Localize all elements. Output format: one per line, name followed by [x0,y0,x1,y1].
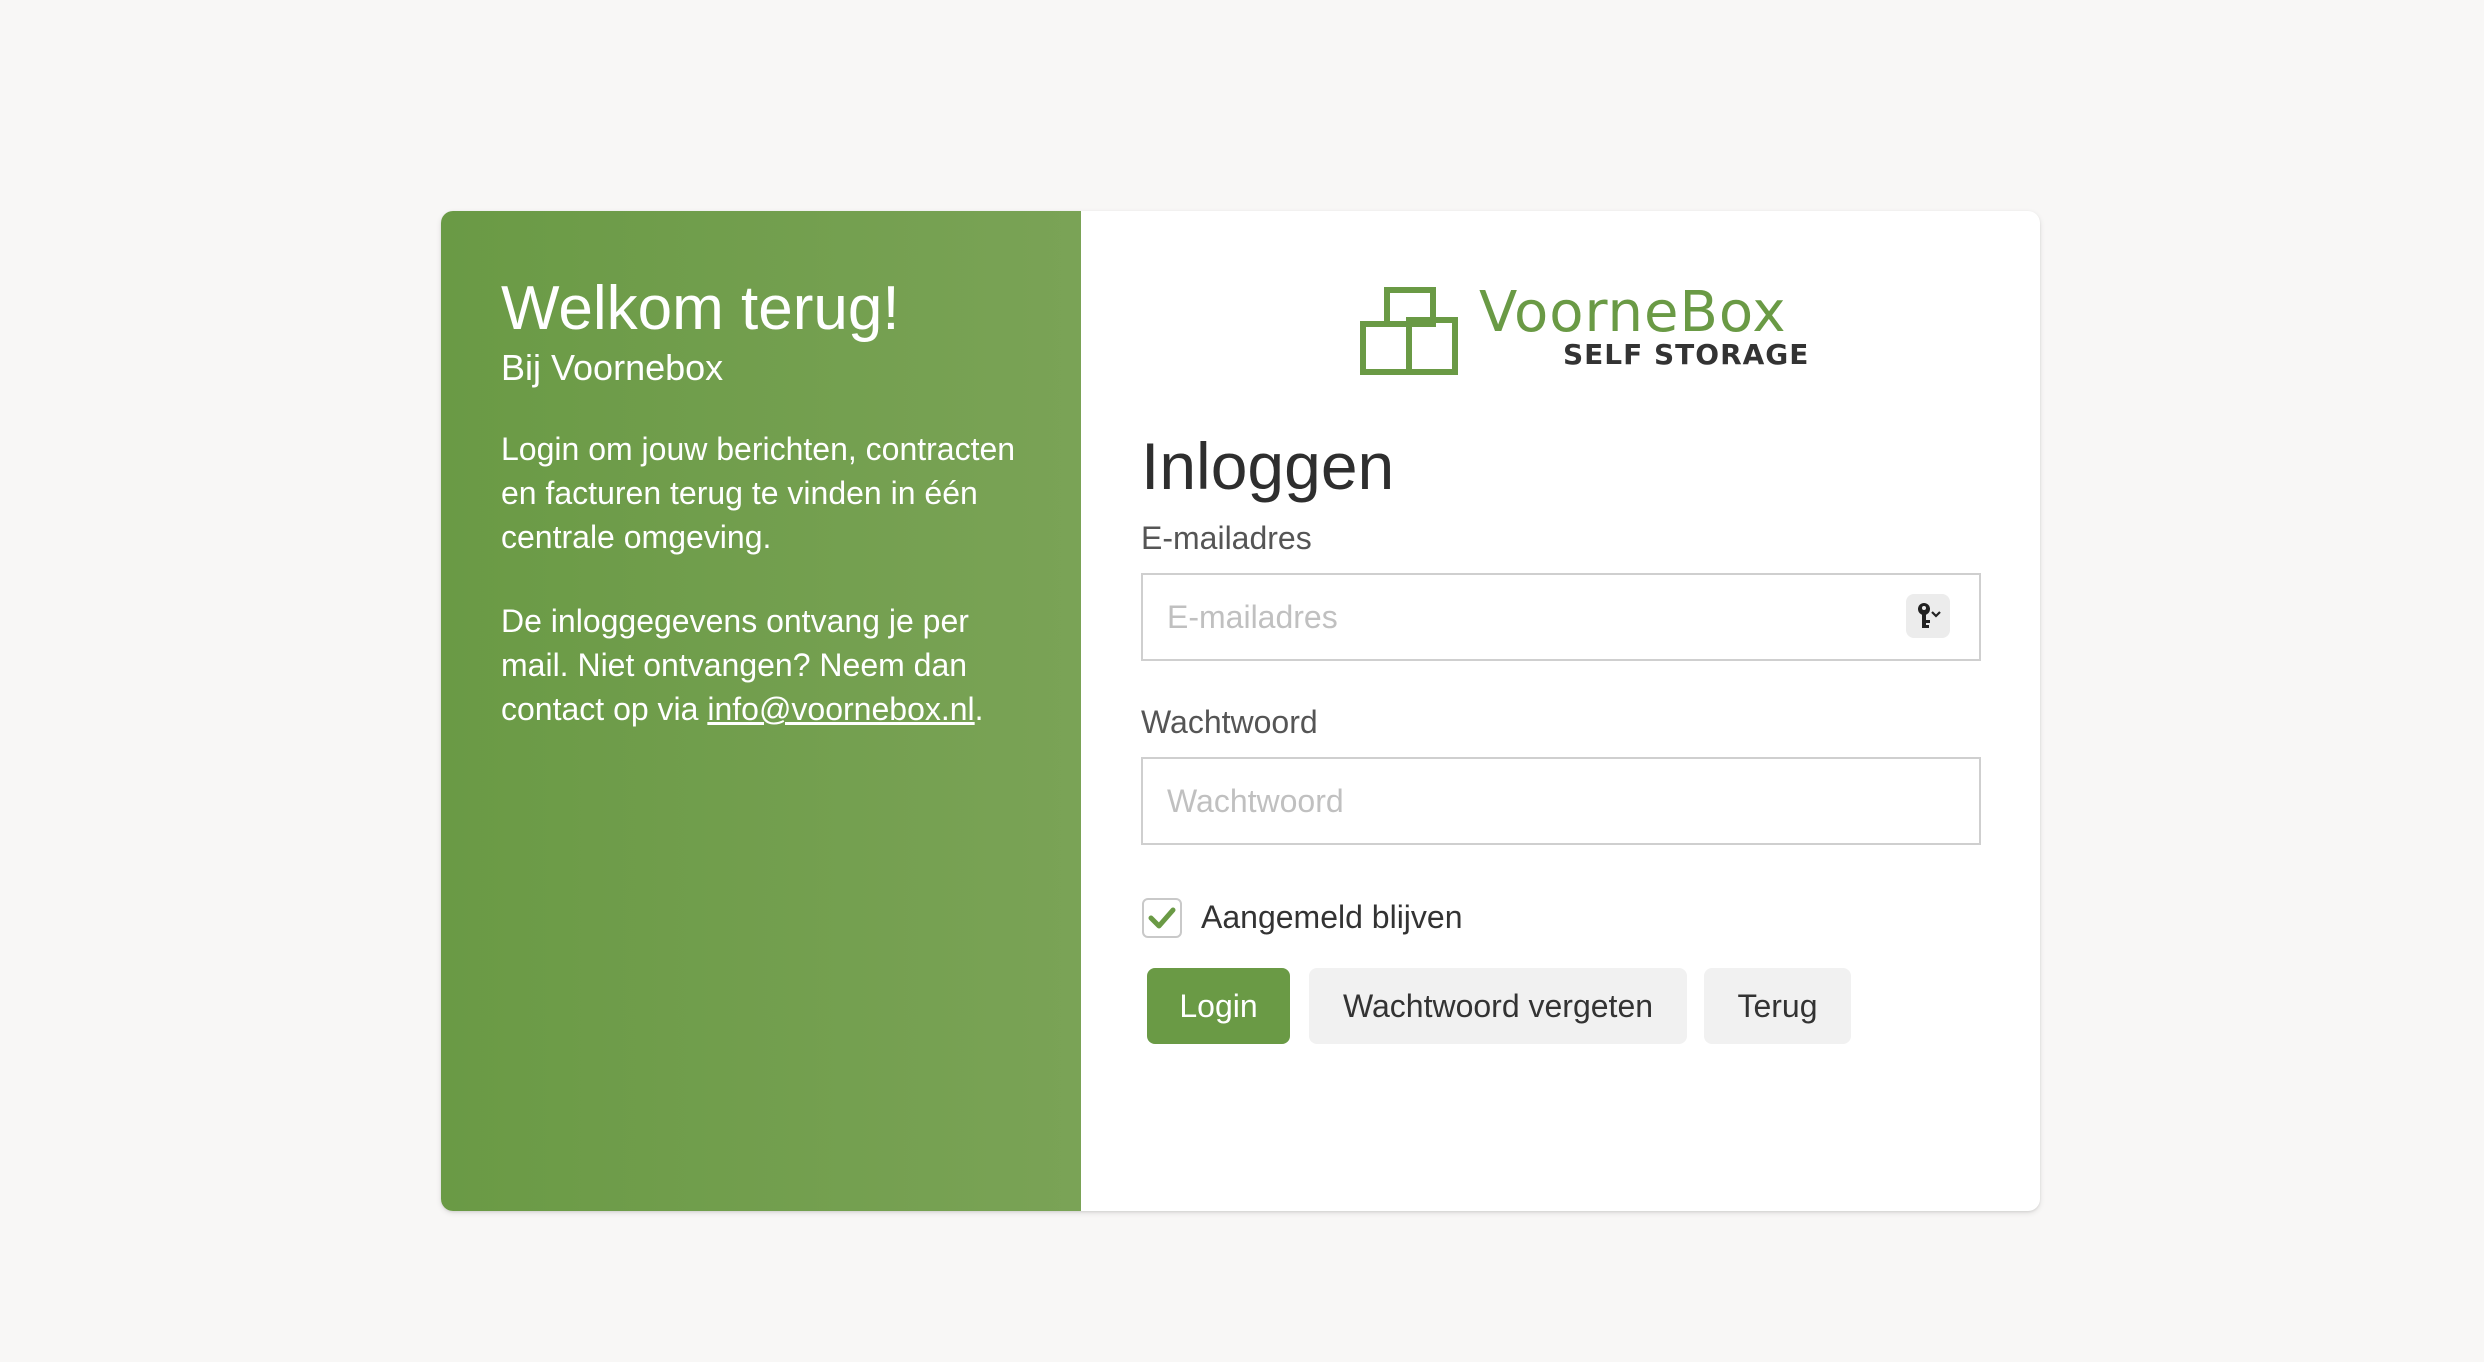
contact-paragraph: De inloggegevens ontvang je per mail. Ni… [501,599,1021,731]
login-heading: Inloggen [1141,429,1395,503]
welcome-paragraph: Login om jouw berichten, contracten en f… [501,431,1016,556]
stacked-boxes-icon [1360,287,1458,375]
logo-name: VoorneBox [1479,280,1787,345]
remember-label[interactable]: Aangemeld blijven [1201,901,1463,933]
back-button[interactable]: Terug [1704,968,1851,1044]
welcome-panel: Welkom terug! Bij Voornebox Login om jou… [441,211,1081,1211]
password-label: Wachtwoord [1141,704,1318,740]
contact-suffix: . [974,691,984,728]
logo-tagline: SELF STORAGE [1563,338,1810,371]
key-icon [1918,603,1941,628]
welcome-subtitle: Bij Voornebox [501,347,724,389]
email-label: E-mailadres [1141,520,1312,556]
login-button[interactable]: Login [1147,968,1290,1044]
remember-checkbox[interactable] [1142,898,1182,938]
email-input[interactable] [1141,573,1981,661]
checkmark-icon [1148,907,1176,929]
welcome-title: Welkom terug! [501,274,900,343]
forgot-password-button[interactable]: Wachtwoord vergeten [1309,968,1687,1044]
contact-email-link[interactable]: info@voornebox.nl [707,691,974,727]
password-input[interactable] [1141,757,1981,845]
password-manager-button[interactable] [1906,594,1950,638]
